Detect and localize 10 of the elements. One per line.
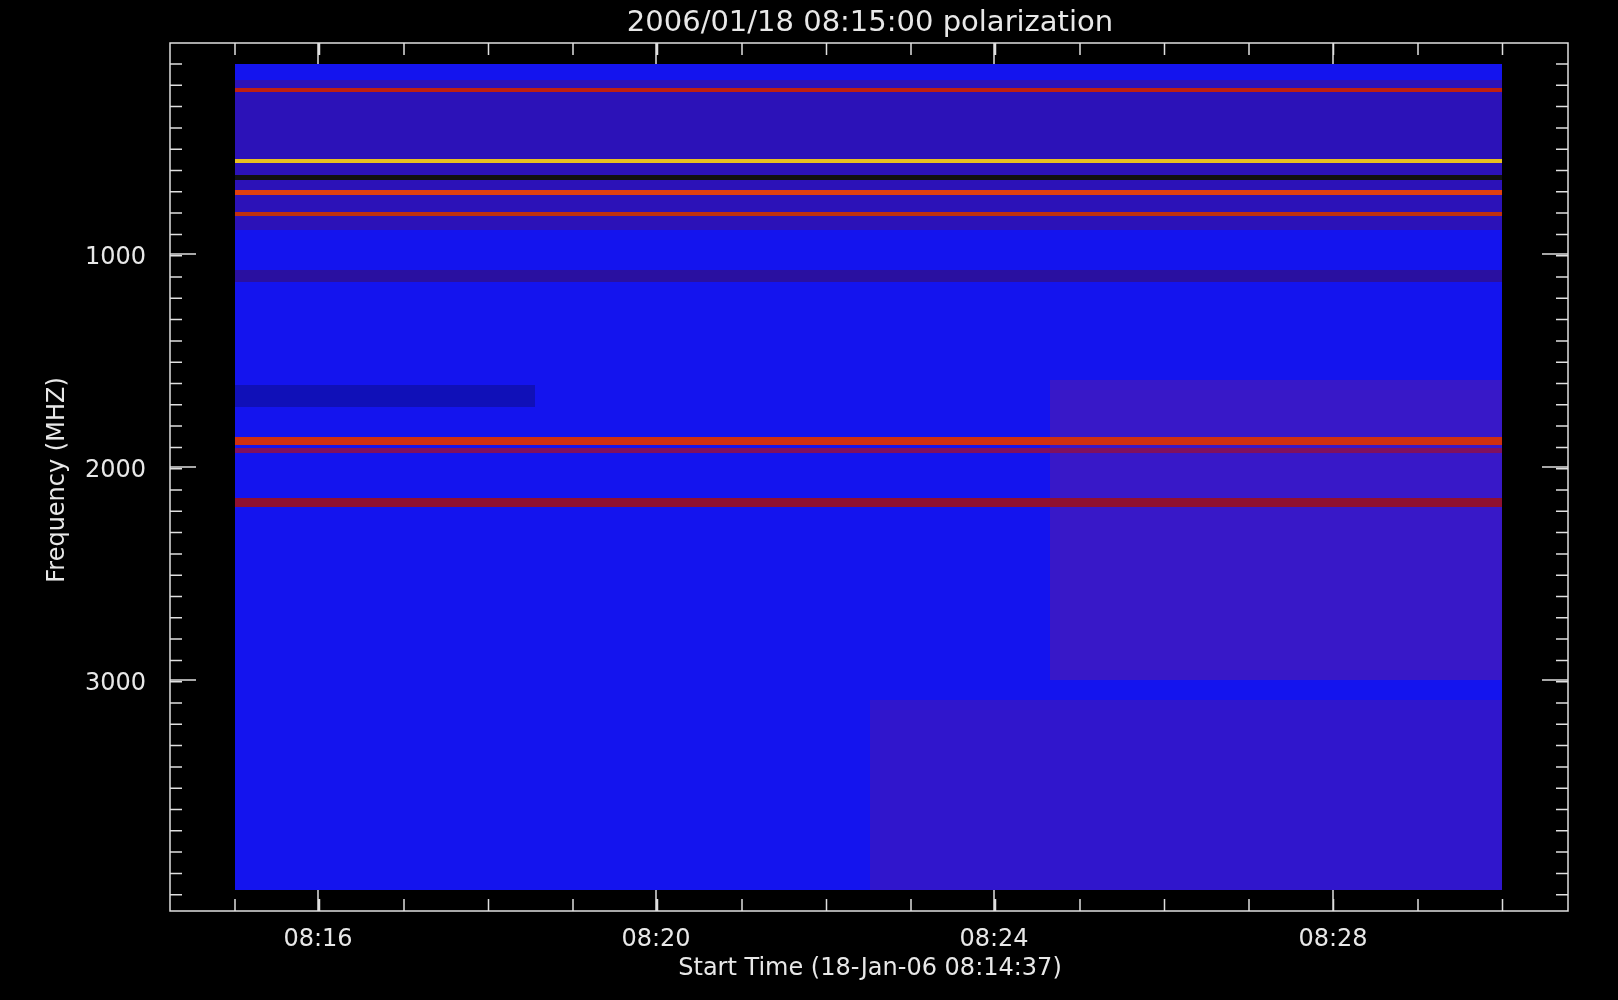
y-tick-label: 1000 — [84, 242, 146, 270]
x-tick-label: 08:24 — [959, 924, 1029, 952]
x-tick-label: 08:28 — [1298, 924, 1368, 952]
x-tick-label: 08:16 — [283, 924, 353, 952]
y-tick-label: 2000 — [84, 455, 146, 483]
y-tick-label: 3000 — [84, 668, 146, 696]
x-tick-label: 08:20 — [621, 924, 691, 952]
y-axis-label: Frequency (MHZ) — [42, 377, 70, 583]
x-axis-label: Start Time (18-Jan-06 08:14:37) — [678, 953, 1062, 981]
chart-title: 2006/01/18 08:15:00 polarization — [626, 4, 1114, 38]
